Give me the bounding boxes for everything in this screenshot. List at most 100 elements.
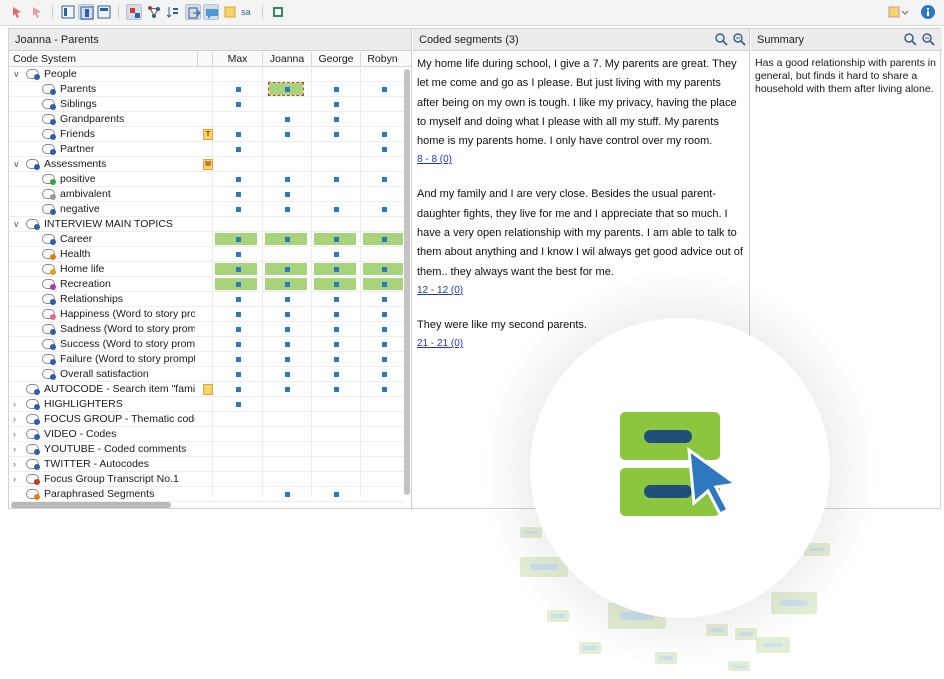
activate-icon[interactable]	[10, 4, 26, 20]
matrix-cell-square[interactable]	[382, 312, 387, 317]
chevron-right-icon[interactable]: ›	[13, 459, 16, 469]
matrix-cell-square[interactable]	[334, 132, 339, 137]
segment-reference-link[interactable]: 8 - 8 (0)	[417, 154, 745, 165]
matrix-cell-square[interactable]	[236, 207, 241, 212]
chevron-down-icon[interactable]: ∨	[13, 159, 20, 170]
matrix-cell-square[interactable]	[236, 177, 241, 182]
code-label[interactable]: ambivalent	[60, 188, 111, 200]
layout-center-icon[interactable]	[78, 4, 94, 20]
code-label[interactable]: Sadness (Word to story promp	[60, 323, 195, 335]
chevron-down-icon[interactable]: ∨	[13, 69, 20, 80]
chevron-right-icon[interactable]: ›	[13, 429, 16, 439]
deactivate-icon[interactable]	[30, 4, 46, 20]
matrix-cell-square[interactable]	[285, 267, 290, 272]
matrix-cell-square[interactable]	[236, 147, 241, 152]
sort-icon[interactable]	[165, 4, 181, 20]
matrix-cell-square[interactable]	[382, 297, 387, 302]
code-row[interactable]: AUTOCODE - Search item "family"	[9, 382, 404, 397]
matrix-cell-square[interactable]	[236, 327, 241, 332]
comment-icon[interactable]	[203, 4, 219, 20]
code-row[interactable]: Career	[9, 232, 404, 247]
code-row[interactable]: › VIDEO - Codes	[9, 427, 404, 442]
matrix-cell-square[interactable]	[334, 297, 339, 302]
code-row[interactable]: › TWITTER - Autocodes	[9, 457, 404, 472]
matrix-cell-square[interactable]	[334, 117, 339, 122]
matrix-cell-square[interactable]	[236, 357, 241, 362]
matrix-cell-square[interactable]	[236, 297, 241, 302]
code-row[interactable]: Parents	[9, 82, 404, 97]
chevron-right-icon[interactable]: ›	[13, 414, 16, 424]
matrix-cell-square[interactable]	[236, 402, 241, 407]
matrix-cell-square[interactable]	[382, 282, 387, 287]
translate-icon[interactable]: sa	[240, 4, 256, 20]
matrix-cell-square[interactable]	[382, 237, 387, 242]
zoom-icon[interactable]	[733, 33, 746, 49]
code-label[interactable]: INTERVIEW MAIN TOPICS	[44, 218, 173, 230]
code-label[interactable]: Focus Group Transcript No.1	[44, 473, 179, 485]
matrix-cell-square[interactable]	[382, 327, 387, 332]
matrix-cell-square[interactable]	[236, 387, 241, 392]
code-row[interactable]: Grandparents	[9, 112, 404, 127]
chevron-right-icon[interactable]: ›	[13, 474, 16, 484]
matrix-cell-square[interactable]	[236, 132, 241, 137]
matrix-cell-square[interactable]	[334, 387, 339, 392]
matrix-cell-square[interactable]	[236, 312, 241, 317]
matrix-cell-square[interactable]	[382, 177, 387, 182]
matrix-cell-square[interactable]	[334, 87, 339, 92]
code-label[interactable]: Partner	[60, 143, 94, 155]
matrix-cell-square[interactable]	[285, 117, 290, 122]
matrix-cell-square[interactable]	[285, 357, 290, 362]
code-label[interactable]: Grandparents	[60, 113, 124, 125]
matrix-cell-square[interactable]	[236, 267, 241, 272]
code-label[interactable]: Overall satisfaction	[60, 368, 149, 380]
code-row[interactable]: Paraphrased Segments	[9, 487, 404, 502]
segment-reference-link[interactable]: 12 - 12 (0)	[417, 285, 745, 296]
code-row[interactable]: Health	[9, 247, 404, 262]
matrix-cell-square[interactable]	[334, 267, 339, 272]
code-label[interactable]: negative	[60, 203, 100, 215]
matrix-cell-square[interactable]	[236, 87, 241, 92]
matrix-cell-square[interactable]	[334, 357, 339, 362]
code-label[interactable]: Success (Word to story promp	[60, 338, 195, 350]
chevron-down-icon[interactable]: ∨	[13, 219, 20, 230]
zoom-icon[interactable]	[922, 33, 935, 49]
matrix-cell-square[interactable]	[382, 387, 387, 392]
code-label[interactable]: Assessments	[44, 158, 106, 170]
code-label[interactable]: Siblings	[60, 98, 97, 110]
code-label[interactable]: YOUTUBE - Coded comments	[44, 443, 186, 455]
code-label[interactable]: Recreation	[60, 278, 111, 290]
matrix-cell-square[interactable]	[334, 207, 339, 212]
code-row[interactable]: Friends T	[9, 127, 404, 142]
matrix-cell-square[interactable]	[285, 492, 290, 497]
search-icon[interactable]	[715, 33, 728, 49]
code-row[interactable]: Success (Word to story promp	[9, 337, 404, 352]
matrix-cell-square[interactable]	[382, 132, 387, 137]
code-row[interactable]: Relationships	[9, 292, 404, 307]
matrix-cell-square[interactable]	[285, 327, 290, 332]
matrix-cell-square[interactable]	[382, 267, 387, 272]
code-label[interactable]: Paraphrased Segments	[44, 488, 154, 500]
code-row[interactable]: Sadness (Word to story promp	[9, 322, 404, 337]
matrix-cell-square[interactable]	[236, 252, 241, 257]
code-label[interactable]: Relationships	[60, 293, 123, 305]
export-icon[interactable]	[185, 4, 201, 20]
matrix-cell-square[interactable]	[334, 372, 339, 377]
matrix-cell-square[interactable]	[285, 132, 290, 137]
column-george[interactable]: George	[311, 53, 361, 65]
code-label[interactable]: People	[44, 68, 77, 80]
code-label[interactable]: Parents	[60, 83, 96, 95]
code-row[interactable]: › YOUTUBE - Coded comments	[9, 442, 404, 457]
matrix-cell-square[interactable]	[382, 147, 387, 152]
matrix-cell-square[interactable]	[334, 312, 339, 317]
memo-icon[interactable]: M	[203, 159, 213, 170]
code-label[interactable]: HIGHLIGHTERS	[44, 398, 123, 410]
matrix-cell-square[interactable]	[285, 342, 290, 347]
matrix-cell-square[interactable]	[285, 387, 290, 392]
code-row[interactable]: › Focus Group Transcript No.1	[9, 472, 404, 487]
matrix-cell-square[interactable]	[382, 372, 387, 377]
code-row[interactable]: ambivalent	[9, 187, 404, 202]
matrix-cell-square[interactable]	[236, 192, 241, 197]
layout-right-icon[interactable]	[96, 4, 112, 20]
code-label[interactable]: FOCUS GROUP - Thematic codes	[44, 413, 195, 425]
code-row[interactable]: Happiness (Word to story prom	[9, 307, 404, 322]
